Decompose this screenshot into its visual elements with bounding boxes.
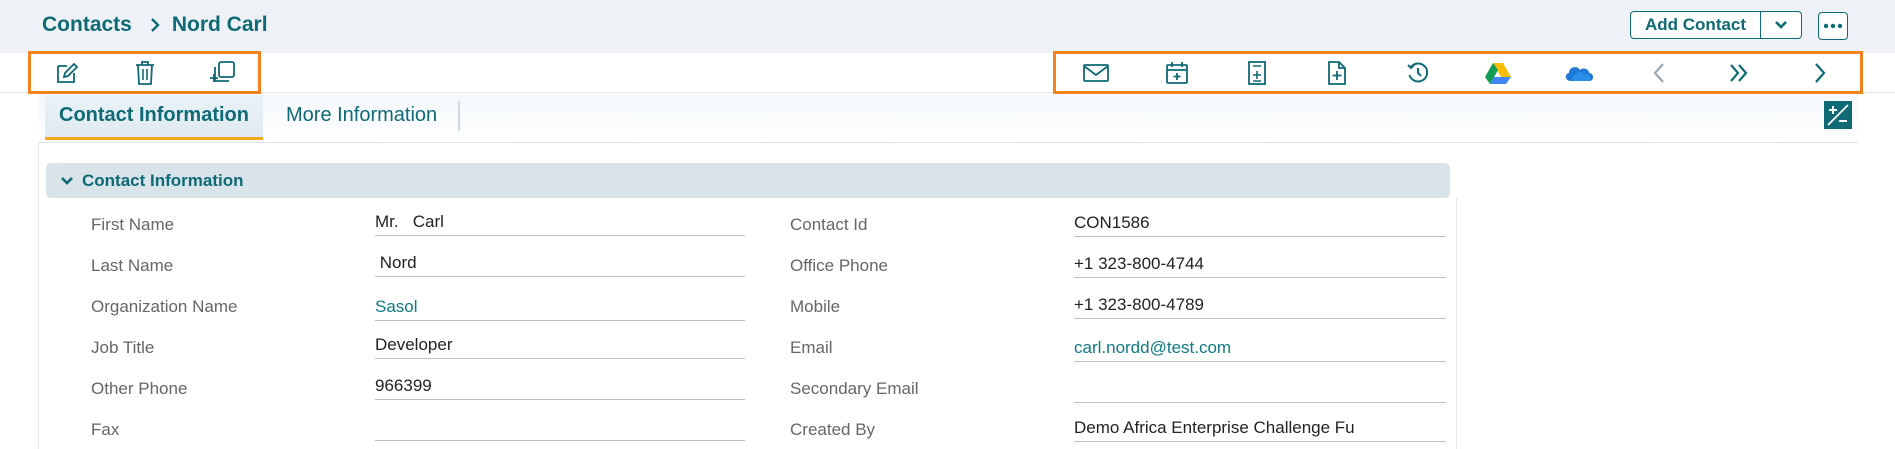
add-document-button[interactable]: [1238, 57, 1276, 89]
field-value-contact-id[interactable]: CON1586: [1074, 211, 1446, 237]
breadcrumb-current: Nord Carl: [171, 13, 268, 36]
field-value-other-phone[interactable]: 966399: [375, 374, 745, 400]
tab-divider: [458, 101, 460, 131]
trash-icon: [136, 60, 154, 85]
field-value-first-name[interactable]: Mr. Carl: [375, 210, 745, 236]
section-contact-information-header[interactable]: Contact Information: [46, 163, 1450, 198]
field-label-organization-name: Organization Name: [91, 297, 238, 316]
field-label-first-name: First Name: [91, 215, 175, 234]
tab-bar: Contact Information More Information: [38, 95, 1858, 143]
tab-contact-information[interactable]: Contact Information: [45, 95, 263, 140]
section-title: Contact Information: [82, 170, 244, 190]
double-chevron-right-icon: [1730, 63, 1748, 82]
chevron-down-icon: [61, 176, 73, 185]
google-drive-button[interactable]: [1479, 57, 1517, 89]
add-contact-button-group: Add Contact: [1630, 11, 1803, 39]
google-drive-icon: [1485, 62, 1512, 84]
field-value-last-name[interactable]: Nord: [375, 251, 745, 277]
breadcrumb-contacts[interactable]: Contacts: [42, 13, 132, 37]
duplicate-icon: [210, 60, 235, 82]
last-record-button[interactable]: [1720, 57, 1758, 89]
history-icon: [1407, 62, 1428, 82]
chevron-left-icon: [1653, 62, 1664, 83]
previous-record-button[interactable]: [1640, 57, 1678, 89]
add-contact-button[interactable]: Add Contact: [1631, 12, 1762, 38]
file-add-icon: [1328, 60, 1347, 85]
field-label-contact-id: Contact Id: [790, 215, 868, 234]
chevron-right-icon: [150, 17, 160, 33]
field-label-office-phone: Office Phone: [790, 256, 888, 275]
panel-border-left: [38, 143, 39, 449]
field-label-other-phone: Other Phone: [91, 379, 188, 398]
chevron-down-icon: [1775, 21, 1787, 29]
field-value-mobile[interactable]: +1 323-800-4789: [1074, 293, 1446, 319]
history-button[interactable]: [1399, 57, 1437, 89]
field-label-email: Email: [790, 338, 833, 357]
add-event-button[interactable]: [1158, 57, 1196, 89]
more-options-button[interactable]: [1818, 12, 1848, 40]
chevron-right-icon: [1814, 62, 1826, 83]
edit-icon: [57, 62, 79, 83]
field-value-created-by[interactable]: Demo Africa Enterprise Challenge Fu: [1074, 416, 1446, 442]
field-value-fax[interactable]: [375, 415, 745, 441]
field-value-email[interactable]: carl.nordd@test.com: [1074, 336, 1446, 362]
mail-icon: [1083, 63, 1110, 82]
add-file-button[interactable]: [1318, 57, 1356, 89]
add-contact-dropdown[interactable]: [1761, 12, 1801, 38]
calendar-add-icon: [1165, 61, 1188, 84]
section-border-right: [1456, 198, 1457, 449]
edit-button[interactable]: [49, 57, 85, 89]
field-label-mobile: Mobile: [790, 297, 841, 316]
tab-more-information[interactable]: More Information: [286, 95, 437, 140]
field-label-secondary-email: Secondary Email: [790, 379, 919, 398]
field-label-created-by: Created By: [790, 420, 876, 439]
field-label-job-title: Job Title: [91, 338, 155, 357]
toolbar-right-group: [1053, 51, 1863, 94]
field-value-job-title[interactable]: Developer: [375, 333, 745, 359]
field-value-secondary-email[interactable]: [1074, 377, 1446, 403]
send-email-button[interactable]: [1077, 57, 1115, 89]
field-label-fax: Fax: [91, 420, 120, 439]
toolbar-left-group: [28, 51, 261, 94]
field-value-organization-name[interactable]: Sasol: [375, 295, 745, 321]
field-value-office-phone[interactable]: +1 323-800-4744: [1074, 252, 1446, 278]
next-record-button[interactable]: [1801, 57, 1839, 89]
field-label-last-name: Last Name: [91, 256, 174, 275]
document-icon: [1248, 60, 1266, 85]
onedrive-button[interactable]: [1560, 57, 1598, 89]
expand-all-button[interactable]: [1824, 101, 1852, 129]
page-header: Contacts Nord Carl Add Contact: [0, 0, 1895, 53]
delete-button[interactable]: [127, 57, 163, 89]
onedrive-icon: [1565, 66, 1593, 81]
duplicate-button[interactable]: [205, 57, 241, 89]
plus-minus-icon: [1827, 104, 1849, 126]
ellipsis-icon: [1823, 23, 1843, 29]
breadcrumb: Contacts Nord Carl: [42, 13, 268, 37]
